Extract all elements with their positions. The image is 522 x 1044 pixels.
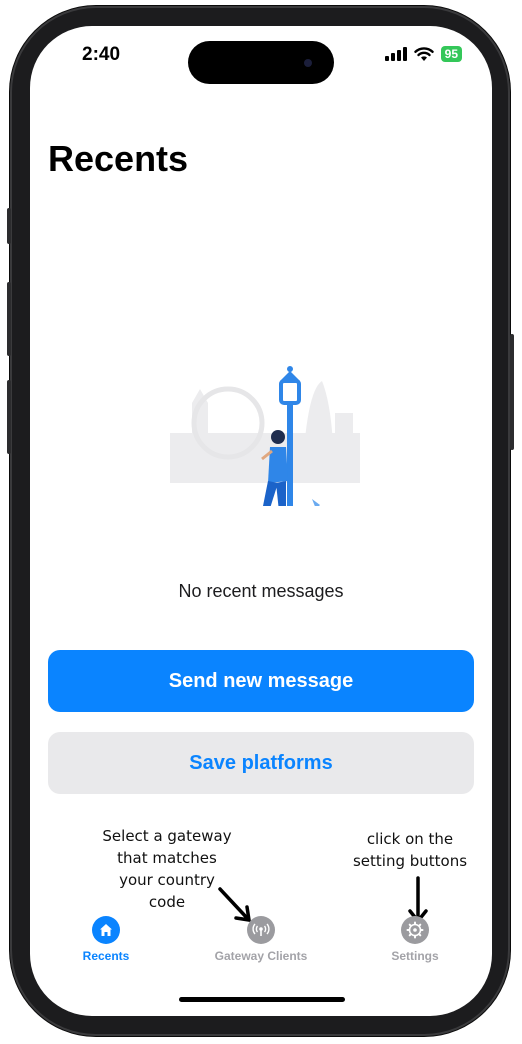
antenna-icon	[247, 916, 275, 944]
settings-hint-annotation: click on the setting buttons	[352, 830, 468, 870]
page-title: Recents	[48, 138, 189, 179]
tab-recents-label: Recents	[82, 949, 130, 963]
wifi-icon	[413, 46, 434, 61]
save-platforms-button[interactable]: Save platforms	[48, 732, 474, 794]
tab-gateway-clients-label: Gateway Clients	[214, 949, 308, 963]
home-icon	[92, 916, 120, 944]
power-button	[510, 334, 514, 450]
empty-state-text: No recent messages	[178, 581, 344, 601]
tab-settings[interactable]: Settings	[355, 916, 475, 963]
settings-hint-arrow	[408, 876, 428, 924]
cellular-signal-icon	[384, 47, 407, 61]
tab-bar: Recents Gateway Clients Settings	[30, 916, 492, 976]
volume-up-button	[7, 282, 11, 356]
status-time: 2:40	[82, 44, 121, 65]
home-indicator	[179, 997, 345, 1002]
tab-gateway-clients[interactable]: Gateway Clients	[201, 916, 321, 963]
gear-icon	[401, 916, 429, 944]
screen: 2:40 95 Recents No recent messages Send …	[30, 26, 492, 1016]
tab-recents[interactable]: Recents	[46, 916, 166, 963]
empty-state-illustration	[170, 366, 360, 506]
dynamic-island	[188, 41, 334, 84]
front-camera	[304, 59, 312, 67]
status-icons: 95	[384, 46, 462, 62]
battery-icon: 95	[440, 46, 462, 62]
gateway-hint-annotation: Select a gateway that matches your count…	[102, 827, 232, 911]
send-new-message-button[interactable]: Send new message	[48, 650, 474, 712]
tab-settings-label: Settings	[391, 949, 439, 963]
cat	[312, 499, 320, 506]
volume-down-button	[7, 380, 11, 454]
action-button	[7, 208, 11, 244]
